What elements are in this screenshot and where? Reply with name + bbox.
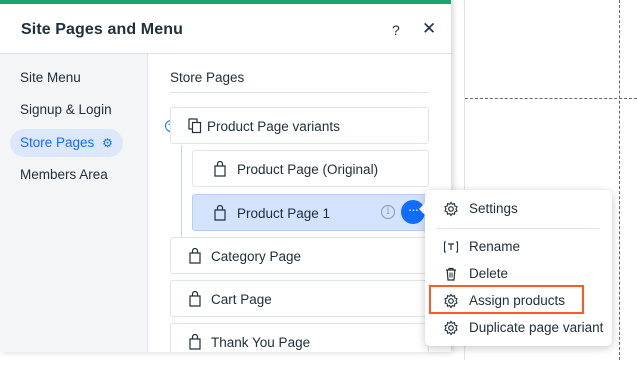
site-pages-panel: Site Pages and Menu ? ✕ Site Menu Signup… <box>0 0 451 352</box>
page-item-category-page[interactable]: Category Page <box>170 237 429 274</box>
menu-item-assign-products[interactable]: Assign products <box>425 288 612 314</box>
shopping-bag-icon <box>189 334 201 350</box>
page-item-product-page-1[interactable]: Product Page 1 i ··· <box>192 194 429 231</box>
shopping-bag-icon <box>214 205 226 221</box>
page-item-cart-page[interactable]: Cart Page <box>170 280 429 317</box>
panel-header: Site Pages and Menu ? ✕ <box>0 8 451 54</box>
menu-item-label: Delete <box>469 266 509 281</box>
menu-divider <box>437 228 600 229</box>
divider <box>170 92 429 93</box>
gear-icon <box>444 320 458 336</box>
sidebar-item-signup-login[interactable]: Signup & Login <box>10 96 122 124</box>
menu-item-settings[interactable]: Settings <box>425 196 612 222</box>
pages-stack-icon <box>188 118 202 134</box>
canvas-guide-horizontal <box>465 98 637 99</box>
sidebar-item-site-menu[interactable]: Site Menu <box>10 64 91 92</box>
shopping-bag-icon <box>189 248 201 264</box>
panel-title: Site Pages and Menu <box>21 21 183 38</box>
page-item-label: Product Page 1 <box>237 206 331 221</box>
sidebar: Site Menu Signup & Login Store Pages ⚙ M… <box>0 54 148 352</box>
menu-item-label: Assign products <box>469 293 566 308</box>
trash-icon <box>446 267 456 281</box>
menu-item-delete[interactable]: Delete <box>425 261 612 287</box>
menu-item-rename[interactable]: Rename <box>425 234 612 260</box>
shopping-bag-icon <box>214 161 226 177</box>
page-item-thank-you-page[interactable]: Thank You Page <box>170 323 429 352</box>
store-pages-content: Store Pages − Product Page variants Prod… <box>148 54 451 352</box>
close-button[interactable]: ✕ <box>422 19 436 39</box>
rename-icon <box>443 241 459 253</box>
menu-item-label: Duplicate page variant <box>469 320 604 335</box>
canvas-guide-vertical <box>619 0 620 360</box>
page-item-product-page-variants[interactable]: Product Page variants <box>170 107 429 144</box>
gear-icon[interactable]: ⚙ <box>102 136 113 150</box>
sidebar-item-store-pages[interactable]: Store Pages ⚙ <box>10 129 123 157</box>
menu-item-label: Settings <box>469 201 518 216</box>
menu-item-duplicate-page-variant[interactable]: Duplicate page variant <box>425 315 612 341</box>
page-item-label: Product Page (Original) <box>237 162 379 177</box>
sidebar-item-label: Site Menu <box>20 70 81 85</box>
page-item-label: Thank You Page <box>211 335 311 350</box>
page-item-label: Product Page variants <box>207 119 340 134</box>
shopping-bag-icon <box>189 291 201 307</box>
help-button[interactable]: ? <box>392 22 400 38</box>
sidebar-item-members-area[interactable]: Members Area <box>10 161 118 189</box>
sidebar-item-label: Members Area <box>20 167 108 182</box>
page-item-label: Cart Page <box>211 292 272 307</box>
page-item-product-page-original[interactable]: Product Page (Original) <box>192 150 429 187</box>
page-item-label: Category Page <box>211 249 302 264</box>
info-icon[interactable]: i <box>381 205 395 219</box>
gear-icon <box>444 293 458 309</box>
section-title: Store Pages <box>170 70 245 85</box>
sidebar-item-label: Store Pages <box>20 135 95 150</box>
sidebar-item-label: Signup & Login <box>20 102 112 117</box>
menu-item-label: Rename <box>469 239 521 254</box>
page-actions-menu: Settings Rename Delete Assign products D… <box>419 190 612 346</box>
gear-icon <box>444 201 458 217</box>
